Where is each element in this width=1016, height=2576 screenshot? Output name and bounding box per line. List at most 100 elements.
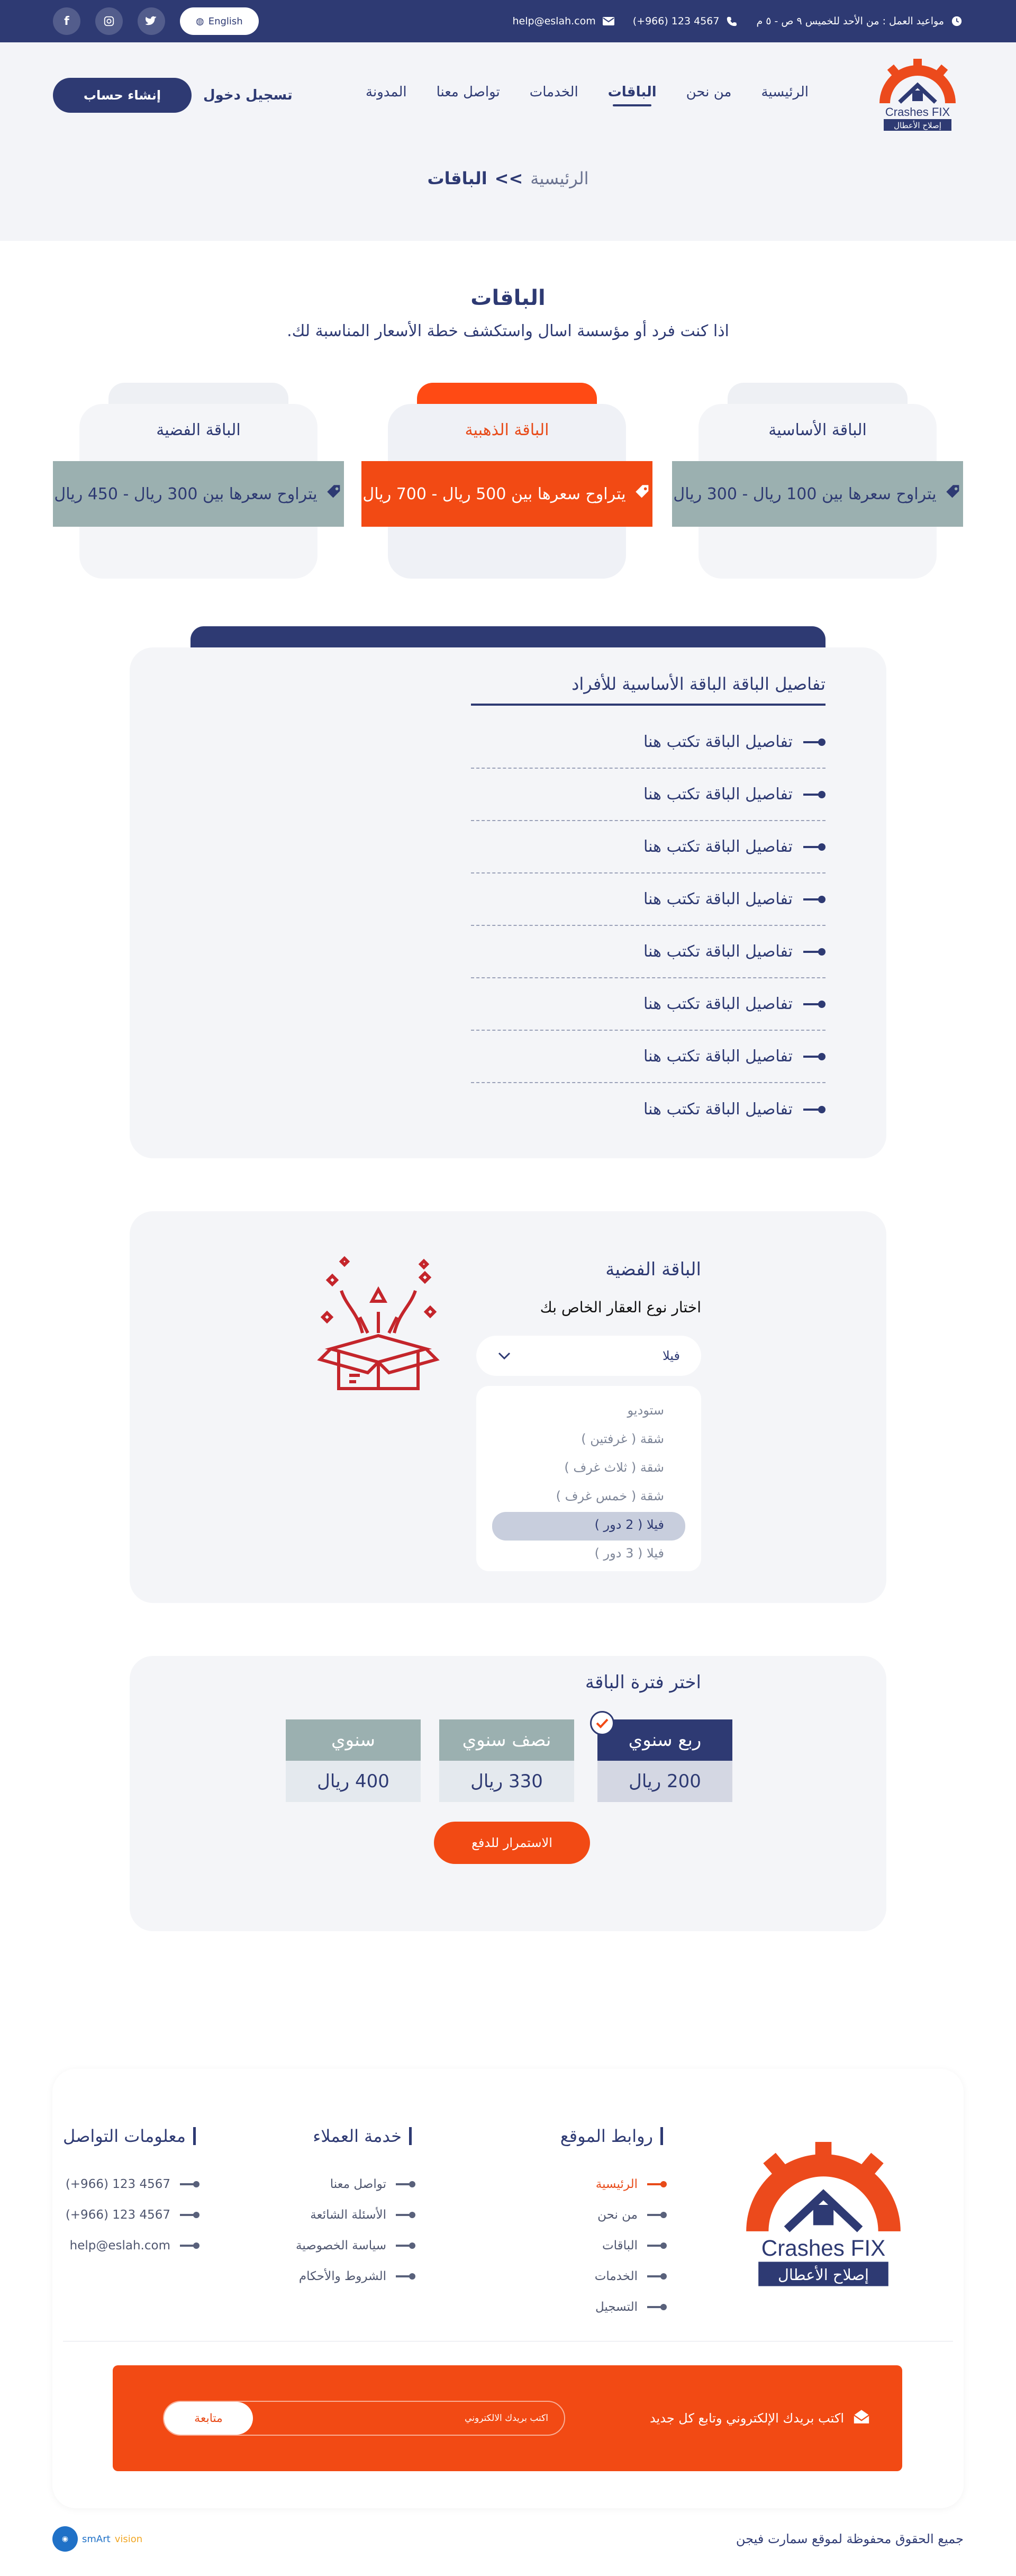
footer-contact-item[interactable]: (+966) 123 4567 [63, 2169, 199, 2200]
newsletter-bar: اكتب بريدك الإلكتروني وتابع كل جديد اكتب… [113, 2365, 902, 2471]
tag-icon [325, 483, 343, 505]
footer-link[interactable]: من نحن [560, 2200, 667, 2230]
footer-link[interactable]: الأسئلة الشائعة [296, 2200, 415, 2230]
list-item: تفاصيل الباقة تكتب هنا [471, 1083, 826, 1136]
phone-icon [725, 15, 738, 28]
option-item[interactable]: شقة ( غرفتين ) [492, 1426, 685, 1455]
plan-quarterly[interactable]: ربع سنوي 200 ريال [590, 1711, 732, 1803]
twitter-icon[interactable] [138, 7, 165, 35]
bullet-icon [647, 2212, 667, 2218]
detail-text: تفاصيل الباقة تكتب هنا [643, 837, 793, 856]
breadcrumb: الرئيسية >> الباقات [0, 168, 1016, 188]
card-price: يتراوح سعرها بين 500 ريال - 700 ريال [362, 484, 626, 503]
option-item-highlighted[interactable]: فيلا ( 2 دور ) [492, 1512, 685, 1541]
main-nav: Crashes FIX إصلاح الأعطال الرئيسية من نح… [0, 42, 1016, 148]
site-logo[interactable]: Crashes FIX إصلاح الأعطال [872, 56, 963, 135]
facebook-icon[interactable]: f [53, 7, 80, 35]
menu: الرئيسية من نحن الباقات الخدمات تواصل مع… [366, 84, 809, 106]
newsletter-email-input[interactable]: اكتب بريدك الالكتروني متابعة [163, 2401, 565, 2436]
detail-text: تفاصيل الباقة تكتب هنا [643, 890, 793, 908]
breadcrumb-home[interactable]: الرئيسية [530, 168, 588, 188]
email-text: help@eslah.com [512, 15, 596, 27]
breadcrumb-current: الباقات [427, 168, 487, 188]
details-list: تفاصيل الباقة تكتب هنا تفاصيل الباقة تكت… [471, 716, 826, 1136]
copyright-text: جميع الحقوق محفوظة لموقع سمارت فيجن [736, 2532, 964, 2546]
card-name: الباقة الأساسية [768, 421, 867, 439]
nav-about[interactable]: من نحن [686, 84, 732, 106]
detail-text: تفاصيل الباقة تكتب هنا [643, 942, 793, 961]
footer-link[interactable]: الباقات [560, 2230, 667, 2261]
mail-open-icon [852, 2408, 870, 2429]
package-card-silver[interactable]: الباقة الفضية يتراوح سعرها بين 300 ريال … [53, 383, 344, 579]
credit-vision: vision [114, 2533, 143, 2545]
chevron-down-icon [497, 1348, 511, 1363]
package-card-basic[interactable]: الباقة الأساسية يتراوح سعرها بين 100 ريا… [672, 383, 963, 579]
footer: Crashes FIX إصلاح الأعطال روابط الموقع ا… [52, 2069, 964, 2508]
phone-text: (+966) 123 4567 [632, 15, 720, 27]
footer-service-title: خدمة العملاء [296, 2127, 412, 2145]
footer-logo[interactable]: Crashes FIX إصلاح الأعطال [736, 2138, 911, 2296]
bullet-icon [647, 2242, 667, 2249]
working-hours: مواعيد العمل : من الأحد للخميس ٩ ص - ٥ م [756, 15, 963, 28]
bullet-icon [180, 2181, 199, 2187]
footer-contact-item[interactable]: (+966) 123 4567 [63, 2200, 199, 2230]
footer-link[interactable]: تواصل معنا [296, 2169, 415, 2200]
footer-link[interactable]: الرئيسية [560, 2169, 667, 2200]
plan-half-year[interactable]: نصف سنوي 330 ريال [439, 1719, 574, 1803]
newsletter-text-group: اكتب بريدك الإلكتروني وتابع كل جديد [650, 2408, 870, 2429]
card-name: الباقة الذهبية [465, 421, 549, 439]
continue-to-payment-button[interactable]: الاستمرار للدفع [434, 1822, 590, 1864]
list-item: تفاصيل الباقة تكتب هنا [471, 926, 826, 978]
follow-button[interactable]: متابعة [164, 2402, 253, 2435]
language-label: English [208, 15, 243, 27]
footer-link[interactable]: سياسة الخصوصية [295, 2230, 415, 2261]
nav-packages[interactable]: الباقات [608, 84, 657, 106]
plan-label: نصف سنوي [439, 1719, 574, 1761]
bullet-icon [803, 843, 826, 851]
footer-link[interactable]: الخدمات [560, 2261, 667, 2292]
option-item[interactable]: ستوديو [492, 1398, 685, 1426]
package-card-gold[interactable]: الباقة الذهبية يتراوح سعرها بين 500 ريال… [361, 383, 652, 579]
plan-yearly[interactable]: سنوي 400 ريال [286, 1719, 421, 1803]
email-info[interactable]: help@eslah.com [513, 15, 615, 28]
bullet-icon [647, 2181, 667, 2187]
phone-info[interactable]: (+966) 123 4567 [633, 15, 739, 28]
dropdown-value: فيلا [662, 1348, 680, 1363]
option-item[interactable]: شقة ( خمس غرف ) [492, 1483, 685, 1512]
login-link[interactable]: تسجيل دخول [203, 87, 293, 103]
bullet-icon [647, 2273, 667, 2280]
property-question: اختار نوع العقار الخاص بك [540, 1299, 701, 1316]
contact-label: help@eslah.com [69, 2239, 170, 2253]
nav-services[interactable]: الخدمات [530, 84, 578, 106]
bullet-icon [647, 2304, 667, 2310]
footer-link[interactable]: التسجيل [560, 2292, 667, 2322]
property-dropdown[interactable]: فيلا [476, 1336, 701, 1376]
link-label: الرئيسية [595, 2177, 638, 2191]
check-icon [590, 1711, 614, 1735]
mail-icon [602, 15, 615, 28]
list-item: تفاصيل الباقة تكتب هنا [471, 1031, 826, 1083]
nav-contact[interactable]: تواصل معنا [437, 84, 500, 106]
svg-text:Crashes FIX: Crashes FIX [761, 2236, 885, 2260]
instagram-icon[interactable] [95, 7, 123, 35]
nav-home[interactable]: الرئيسية [761, 84, 809, 106]
nav-blog[interactable]: المدونة [366, 84, 407, 106]
breadcrumb-sep: >> [494, 168, 523, 188]
option-item[interactable]: شقة ( ثلاث غرف ) [492, 1455, 685, 1483]
working-hours-text: مواعيد العمل : من الأحد للخميس ٩ ص - ٥ م [756, 15, 944, 27]
footer-contact-title: معلومات التواصل [63, 2127, 196, 2145]
plan-price: 330 ريال [439, 1761, 574, 1802]
dropdown-options: ستوديو شقة ( غرفتين ) شقة ( ثلاث غرف ) ش… [476, 1386, 701, 1571]
link-label: سياسة الخصوصية [295, 2239, 386, 2253]
social-links: f ◍ English [53, 7, 259, 35]
footer-link[interactable]: الشروط والأحكام [296, 2261, 415, 2292]
language-button[interactable]: ◍ English [180, 7, 259, 35]
period-title: اختر فترة الباقة [585, 1672, 701, 1693]
option-item[interactable]: فيلا ( 3 دور ) [492, 1541, 685, 1569]
footer-contact-item[interactable]: help@eslah.com [63, 2230, 199, 2261]
signup-button[interactable]: إنشاء حساب [53, 78, 192, 113]
developer-credit[interactable]: ◉ smArt vision [52, 2526, 142, 2552]
plan-label: ربع سنوي [597, 1719, 732, 1761]
svg-text:إصلاح الأعطال: إصلاح الأعطال [894, 120, 941, 130]
list-item: تفاصيل الباقة تكتب هنا [471, 873, 826, 926]
